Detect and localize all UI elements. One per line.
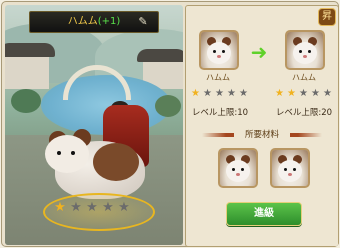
star-empty-icon: ★ [239, 88, 248, 99]
eye [222, 50, 225, 53]
materials-title: 所要材料 [234, 128, 290, 142]
face [278, 160, 302, 182]
eye [213, 50, 216, 53]
face [226, 160, 250, 182]
star-empty-icon: ★ [203, 88, 212, 99]
house-wall-left [5, 53, 49, 89]
star-empty-icon: ★ [70, 200, 82, 215]
eye [241, 168, 244, 171]
star-empty-icon: ★ [299, 88, 308, 99]
next-pet-card[interactable] [285, 30, 325, 70]
nose [303, 55, 307, 58]
star-empty-icon: ★ [323, 88, 332, 99]
nose [288, 173, 292, 176]
current-star-rating: ★ ★ ★ ★ ★ [190, 88, 249, 99]
pet-name-plate: ハムム(+1) ✎ [29, 11, 159, 33]
nose [217, 55, 221, 58]
next-pet-name: ハムム [292, 73, 316, 82]
star-empty-icon: ★ [118, 200, 130, 215]
star-empty-icon: ★ [102, 200, 114, 215]
star-filled-icon: ★ [191, 88, 200, 99]
eye [293, 168, 296, 171]
pet-level-tag: (+1) [97, 16, 121, 27]
pet-upgrade-window: ハムム(+1) ✎ ★ ★ ★ ★ ★ 昇 ➜ ハムム ハムム ★ ★ ★ ★ … [1, 1, 339, 247]
current-pet-card[interactable] [199, 30, 239, 70]
hamster-eye [57, 151, 61, 155]
face [207, 42, 231, 64]
hamster-head [45, 135, 89, 173]
pet-scene: ハムム(+1) ✎ ★ ★ ★ ★ ★ [5, 5, 183, 245]
arrow-right-icon: ➜ [250, 40, 268, 64]
rename-icon[interactable]: ✎ [136, 15, 150, 29]
material-card[interactable] [270, 148, 310, 188]
ground-star-rating: ★ ★ ★ ★ ★ [53, 201, 131, 215]
star-filled-icon: ★ [275, 88, 284, 99]
star-empty-icon: ★ [215, 88, 224, 99]
hamster-eye [71, 151, 75, 155]
material-card[interactable] [218, 148, 258, 188]
house-roof-left [5, 43, 55, 57]
tree [11, 89, 41, 113]
current-pet-name: ハムム [206, 73, 230, 82]
current-level-limit: レベル上限:10 [191, 108, 249, 118]
next-level-limit: レベル上限:20 [275, 108, 333, 118]
eye [299, 50, 302, 53]
upgrade-badge: 昇 [318, 8, 336, 26]
star-empty-icon: ★ [227, 88, 236, 99]
star-empty-icon: ★ [311, 88, 320, 99]
eye [284, 168, 287, 171]
star-filled-icon: ★ [287, 88, 296, 99]
materials-divider: 所要材料 [202, 128, 322, 142]
eye [308, 50, 311, 53]
pet-name: ハムム [67, 16, 98, 27]
face [293, 42, 317, 64]
next-star-rating: ★ ★ ★ ★ ★ [274, 88, 333, 99]
star-filled-icon: ★ [54, 200, 66, 215]
hamster-patch [93, 143, 139, 181]
nose [236, 173, 240, 176]
upgrade-button[interactable]: 進級 [226, 202, 302, 226]
house-roof-right [137, 49, 183, 62]
star-empty-icon: ★ [86, 200, 98, 215]
upgrade-panel: 昇 ➜ ハムム ハムム ★ ★ ★ ★ ★ ★ ★ ★ ★ ★ レベル上限:10 レベル上限:2… [185, 5, 339, 247]
eye [232, 168, 235, 171]
